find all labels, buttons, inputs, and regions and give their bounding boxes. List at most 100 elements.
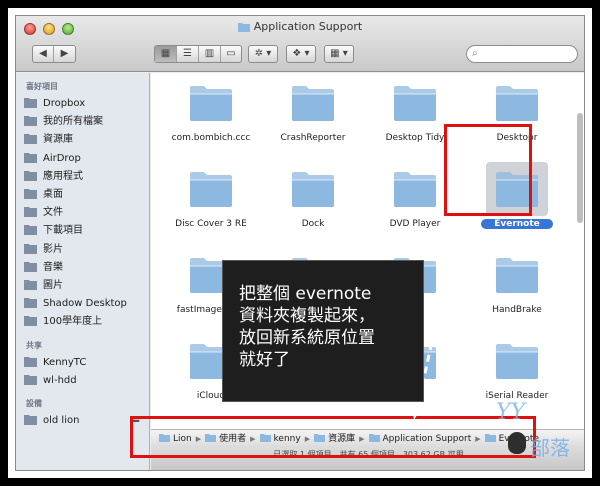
action-menu-button[interactable]: ✲ ▾ (248, 45, 278, 63)
sidebar-item-label: old lion (43, 415, 80, 426)
sidebar-item[interactable]: 影片 (24, 241, 146, 258)
watermark-logo: YY (496, 400, 526, 425)
sidebar-item-label: 資源庫 (43, 134, 73, 146)
desktop-icon (24, 188, 37, 199)
sidebar-heading: 共享 (26, 340, 42, 350)
file-item[interactable]: Disc Cover 3 RE (161, 163, 261, 243)
folder-icon (394, 172, 436, 207)
file-item[interactable]: HandBrake (467, 249, 567, 329)
sidebar-item[interactable]: KennyTC (24, 354, 146, 371)
file-item[interactable]: com.bombich.ccc (161, 77, 261, 157)
sidebar-item-label: 音樂 (43, 261, 63, 273)
sidebar-item-label: AirDrop (43, 152, 81, 164)
sidebar-item[interactable]: old lion ⏏ (24, 412, 146, 429)
sidebar-item[interactable]: AirDrop (24, 150, 146, 167)
sidebar-item-label: 應用程式 (43, 170, 83, 182)
sidebar-item[interactable]: Shadow Desktop (24, 295, 146, 312)
sidebar-item[interactable]: 圖片 (24, 277, 146, 294)
movies-icon (24, 243, 37, 254)
computer-icon (24, 356, 37, 367)
dropbox-menu-button[interactable]: ❖ ▾ (286, 45, 316, 63)
sidebar-item[interactable]: 下載項目 (24, 222, 146, 239)
sidebar-item[interactable]: Dropbox (24, 95, 146, 112)
sidebar-item[interactable]: 應用程式 (24, 168, 146, 185)
sidebar-item[interactable]: wl-hdd (24, 372, 146, 389)
callout-line: 把整個 evernote (239, 284, 372, 304)
titlebar: Application Support ◀ ▶ ▦ ☰ ▥ ▭ ✲ ▾ ❖ ▾ ▦ ▾ … (16, 16, 584, 72)
sidebar-item-label: Dropbox (43, 98, 86, 109)
computer-icon (24, 374, 37, 385)
vertical-scrollbar[interactable] (577, 113, 583, 223)
sidebar-item[interactable]: 文件 (24, 204, 146, 221)
sidebar-item-label: 我的所有檔案 (43, 116, 103, 128)
folder-icon (496, 86, 538, 121)
highlight-box-pathbar (130, 416, 536, 458)
downloads-icon (24, 224, 37, 236)
sidebar-item-label: Shadow Desktop (43, 298, 127, 310)
file-name: HandBrake (492, 305, 542, 315)
sidebar-item[interactable]: 100學年度上 (24, 313, 146, 330)
folder-icon (24, 315, 37, 327)
file-name: Disc Cover 3 RE (175, 219, 247, 229)
music-icon (24, 261, 37, 272)
sidebar-item[interactable]: 我的所有檔案 (24, 113, 146, 130)
applications-icon (24, 170, 37, 181)
file-name: CrashReporter (280, 133, 346, 143)
sidebar-item-label: 下載項目 (43, 225, 83, 237)
highlight-box-evernote (444, 124, 532, 216)
apple-logo (508, 432, 526, 454)
folder-icon (24, 97, 37, 108)
sidebar-heading: 喜好項目 (26, 82, 58, 91)
callout-line: 資料夾複製起來， (239, 306, 375, 326)
pictures-icon (24, 279, 37, 290)
sidebar-item-label: 圖片 (43, 280, 63, 291)
folder-icon (24, 133, 37, 145)
back-forward-control: ◀ ▶ (32, 45, 76, 63)
column-view-button[interactable]: ▥ (199, 46, 221, 62)
file-item[interactable]: Dock (263, 163, 363, 243)
coverflow-view-button[interactable]: ▭ (221, 46, 241, 62)
folder-icon (496, 344, 538, 379)
sidebar-item[interactable]: 音樂 (24, 259, 146, 276)
window-title: Application Support (16, 20, 584, 33)
disk-icon (24, 414, 37, 425)
sidebar-item-label: 文件 (43, 207, 63, 219)
list-view-button[interactable]: ☰ (177, 46, 199, 62)
search-input[interactable]: ⌕ (466, 45, 578, 63)
file-name: Evernote (481, 219, 553, 229)
sidebar-item-label: 100學年度上 (43, 316, 103, 328)
file-name: Dock (301, 219, 325, 229)
folder-icon (24, 297, 37, 309)
icon-view-button[interactable]: ▦ (155, 46, 177, 62)
sidebar: 喜好項目 Dropbox 我的所有檔案 資源庫 AirDrop 應用程式桌面文件下載項目影… (16, 73, 150, 470)
folder-icon (394, 86, 436, 121)
folder-icon (190, 172, 232, 207)
folder-icon (292, 172, 334, 207)
back-button[interactable]: ◀ (33, 46, 54, 62)
sidebar-item-label: 影片 (43, 243, 63, 255)
callout-line: 放回新系統原位置 (239, 328, 375, 348)
sidebar-heading: 設備 (26, 399, 42, 408)
window-title-text: Application Support (253, 20, 363, 33)
all-files-icon (24, 115, 37, 127)
file-item[interactable]: CrashReporter (263, 77, 363, 157)
watermark-text: 部落 (530, 436, 570, 460)
airdrop-icon (24, 152, 37, 163)
instruction-callout: 把整個 evernote 資料夾複製起來， 放回新系統原位置 就好了 (222, 260, 424, 402)
folder-icon (237, 23, 250, 32)
sidebar-item-label: KennyTC (43, 356, 87, 368)
sidebar-item-label: wl-hdd (43, 374, 77, 386)
search-icon: ⌕ (472, 48, 478, 59)
sidebar-item-label: 桌面 (43, 189, 63, 200)
folder-icon (496, 258, 538, 293)
file-name: DVD Player (389, 219, 441, 229)
arrange-menu-button[interactable]: ▦ ▾ (324, 45, 354, 63)
sidebar-item[interactable]: 資源庫 (24, 131, 146, 148)
sidebar-item[interactable]: 桌面 (24, 186, 146, 203)
file-name: com.bombich.ccc (171, 133, 251, 143)
folder-icon (190, 86, 232, 121)
forward-button[interactable]: ▶ (54, 46, 75, 62)
documents-icon (24, 206, 37, 218)
folder-icon (292, 86, 334, 121)
callout-line: 就好了 (239, 350, 290, 370)
